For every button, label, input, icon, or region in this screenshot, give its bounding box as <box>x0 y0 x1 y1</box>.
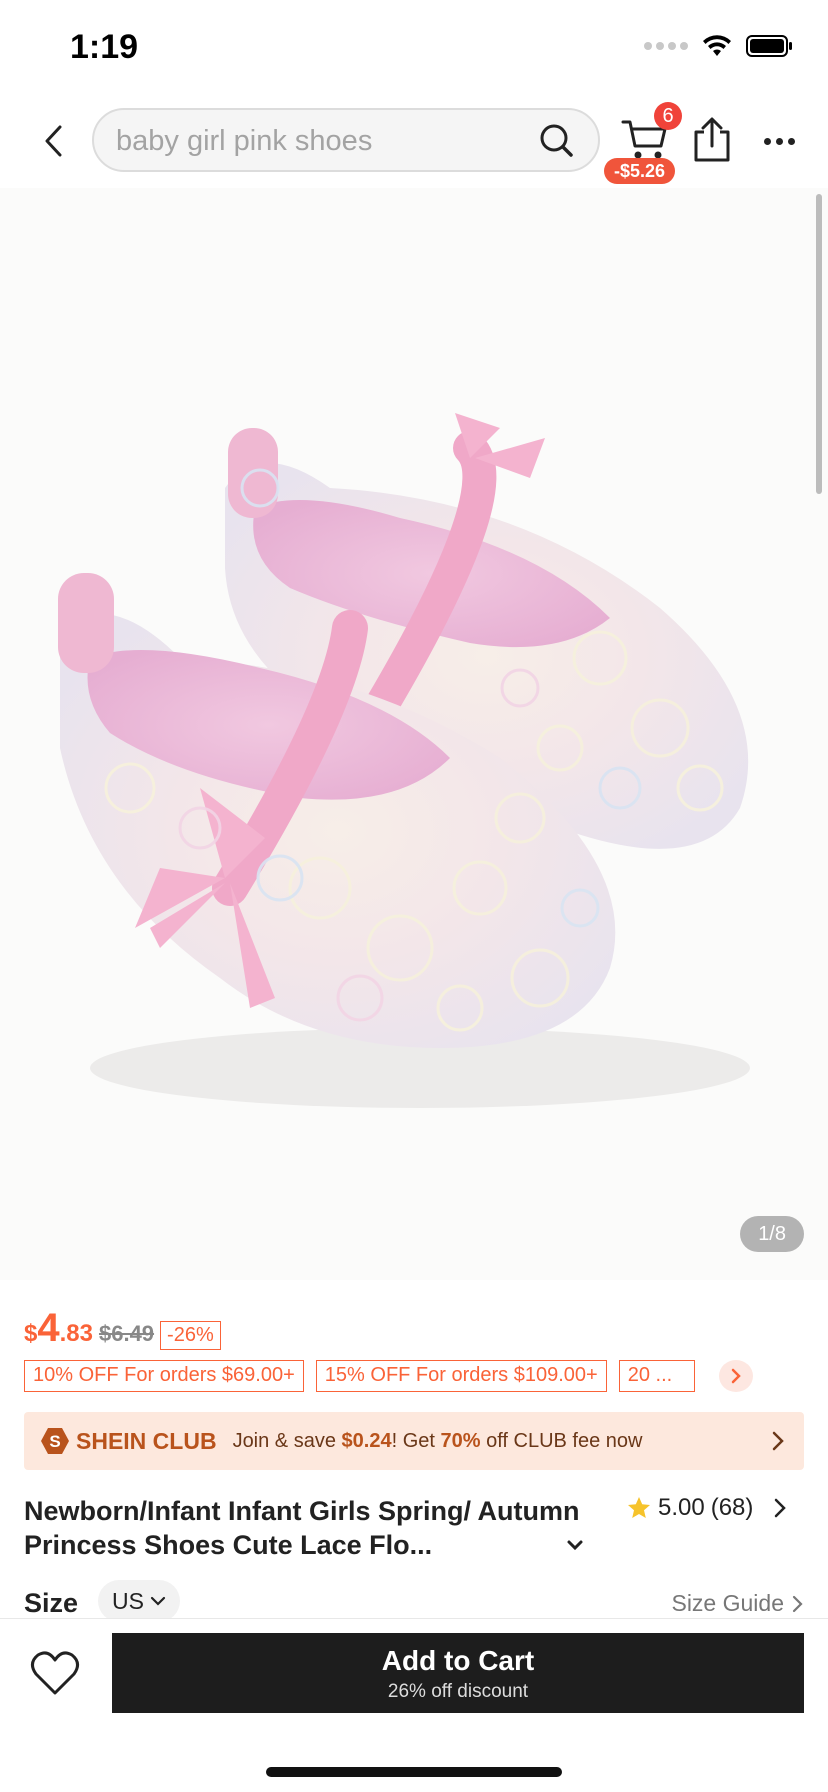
status-bar: 1:19 <box>0 0 828 96</box>
coupon-more-button[interactable] <box>718 1360 753 1392</box>
size-label: Size <box>24 1588 79 1618</box>
size-unit-value: US <box>112 1588 144 1614</box>
product-detail-page: 1:19 baby girl pink shoes 6 -$5.26 1/8 $… <box>0 0 828 1792</box>
chevron-right-icon <box>775 1498 787 1518</box>
share-icon[interactable] <box>690 116 734 164</box>
add-to-cart-label: Add to Cart <box>381 1645 535 1676</box>
chevron-right-icon <box>731 1368 741 1384</box>
battery-icon <box>746 35 792 57</box>
chevron-down-icon[interactable] <box>564 1534 586 1556</box>
coupon-tag[interactable]: 20 ... <box>618 1360 695 1392</box>
search-icon[interactable] <box>538 122 574 160</box>
more-options-button[interactable] <box>756 118 802 164</box>
rating-summary[interactable]: 5.00 (68) <box>626 1494 787 1522</box>
size-unit-selector[interactable]: US <box>98 1580 180 1622</box>
price-integer: 4 <box>37 1306 60 1350</box>
size-guide-label: Size Guide <box>671 1590 784 1616</box>
status-time: 1:19 <box>70 28 139 66</box>
rating-value: 5.00 <box>658 1494 705 1521</box>
original-price: $6.49 <box>98 1321 155 1346</box>
back-button[interactable] <box>30 118 76 164</box>
size-row: Size US Size Guide <box>24 1580 804 1622</box>
discount-badge: -26% <box>160 1321 221 1350</box>
coupon-list: 10% OFF For orders $69.00+ 15% OFF For o… <box>24 1360 804 1394</box>
review-count: (68) <box>710 1494 754 1521</box>
coupon-tag[interactable]: 10% OFF For orders $69.00+ <box>24 1360 304 1392</box>
heart-icon[interactable] <box>30 1649 80 1697</box>
coupon-tag[interactable]: 15% OFF For orders $109.00+ <box>315 1360 607 1392</box>
star-icon <box>628 1497 650 1518</box>
bottom-action-bar: Add to Cart 26% off discount <box>0 1618 828 1792</box>
status-icons <box>644 34 794 58</box>
price-row: $ 4 .83 $6.49 -26% <box>24 1306 221 1350</box>
price-currency: $ <box>24 1320 38 1347</box>
home-indicator[interactable] <box>266 1767 562 1777</box>
chevron-right-icon <box>772 1431 784 1451</box>
chevron-down-icon <box>150 1596 166 1606</box>
shein-club-banner[interactable]: S SHEIN CLUB Join & save $0.24! Get 70% … <box>24 1412 804 1470</box>
search-query[interactable]: baby girl pink shoes <box>116 125 372 158</box>
search-bar[interactable]: baby girl pink shoes <box>92 108 600 172</box>
club-promo-text: Join & save $0.24! Get 70% off CLUB fee … <box>232 1429 643 1452</box>
price-decimal: .83 <box>59 1320 93 1347</box>
image-scrollbar[interactable] <box>816 194 822 494</box>
chevron-right-icon <box>792 1595 803 1612</box>
add-to-cart-subtext: 26% off discount <box>387 1681 529 1702</box>
product-image-carousel[interactable]: 1/8 <box>0 188 828 1280</box>
cart-count-badge: 6 <box>654 102 682 130</box>
add-to-cart-button[interactable]: Add to Cart 26% off discount <box>112 1633 804 1713</box>
cellular-signal-icon <box>644 42 688 50</box>
image-counter: 1/8 <box>740 1216 804 1252</box>
wifi-icon <box>703 35 731 56</box>
club-name: SHEIN CLUB <box>76 1427 217 1454</box>
top-navigation: baby girl pink shoes 6 -$5.26 <box>0 96 828 188</box>
size-guide-link[interactable]: Size Guide <box>671 1590 804 1617</box>
club-logo-icon: S <box>41 1428 69 1454</box>
chevron-left-icon <box>45 125 62 157</box>
cart-discount-badge: -$5.26 <box>604 158 676 184</box>
product-photo-baby-shoes <box>58 413 750 1108</box>
svg-text:S: S <box>49 1432 60 1451</box>
